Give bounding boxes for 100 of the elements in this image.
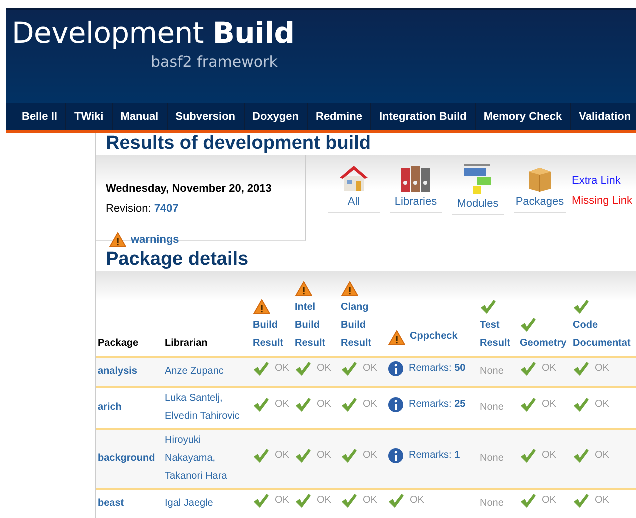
nav-link[interactable]: Manual [112, 103, 168, 130]
check-icon [341, 448, 358, 464]
warning-icon [388, 330, 406, 346]
remarks-link[interactable]: Remarks: 50 [409, 360, 466, 378]
warning-icon [253, 299, 271, 315]
check-icon [520, 317, 537, 333]
status-text: OK [363, 362, 378, 376]
check-icon [573, 299, 590, 315]
house-icon [339, 163, 369, 193]
nav-link[interactable]: Validation [571, 103, 636, 130]
warning-icon [109, 232, 127, 248]
revision-link[interactable]: 7407 [154, 203, 179, 215]
status-text: OK [317, 449, 332, 463]
remarks-link[interactable]: Remarks: 25 [409, 396, 466, 414]
check-icon [573, 448, 590, 464]
check-icon [341, 361, 358, 377]
check-icon [520, 448, 537, 464]
status-text: OK [595, 362, 610, 376]
status-text: OK [363, 398, 378, 412]
remarks-link[interactable]: Remarks: 1 [409, 447, 460, 465]
status-text: OK [317, 494, 332, 508]
column-header: Geometry [520, 337, 567, 351]
status-text: OK [542, 449, 556, 463]
info-icon [388, 397, 404, 413]
status-text: None [480, 498, 504, 509]
status-text: None [480, 366, 504, 377]
column-header: Code Documentat [573, 319, 632, 351]
status-text: OK [410, 494, 424, 508]
check-icon [253, 448, 270, 464]
check-icon [520, 361, 537, 377]
check-icon [520, 397, 537, 413]
status-text: OK [363, 449, 378, 463]
check-icon [341, 493, 358, 509]
status-text: OK [542, 494, 556, 508]
check-icon [295, 448, 312, 464]
column-header: Librarian [165, 337, 208, 351]
warning-icon [295, 281, 313, 297]
nav-link[interactable]: Integration Build [371, 103, 476, 130]
librarian-name: Luka Santelj, Elvedin Tahirovic [165, 392, 241, 424]
package-link[interactable]: background [98, 453, 156, 464]
status-text: OK [275, 494, 290, 508]
warnings-link[interactable]: warnings [131, 234, 180, 246]
view-tab[interactable]: All [328, 163, 380, 213]
status-text: OK [275, 362, 290, 376]
status-text: OK [542, 362, 556, 376]
status-text: OK [595, 449, 610, 463]
check-icon [388, 493, 405, 509]
check-icon [573, 397, 590, 413]
status-text: None [480, 453, 504, 464]
librarian-name: Anze Zupanc [165, 365, 225, 379]
status-text: OK [595, 398, 610, 412]
warning-icon [341, 281, 359, 297]
check-icon [253, 493, 270, 509]
status-text: OK [542, 398, 556, 412]
status-text: OK [595, 494, 610, 508]
nav-link[interactable]: TWiki [66, 103, 113, 130]
check-icon [295, 361, 312, 377]
site-title: Development Build [12, 16, 296, 50]
check-icon [253, 397, 270, 413]
info-icon [388, 448, 404, 464]
column-header: Intel Build Result [295, 301, 327, 351]
status-text: OK [275, 449, 290, 463]
package-link[interactable]: analysis [98, 366, 138, 377]
status-text: None [480, 402, 504, 413]
revision-label: Revision: [106, 203, 152, 215]
check-icon [295, 493, 312, 509]
page-heading: Results of development build [106, 133, 372, 155]
column-header: Clang Build Result [341, 301, 373, 351]
view-tab[interactable]: Modules [452, 163, 504, 215]
status-text: OK [363, 494, 378, 508]
check-icon [253, 361, 270, 377]
nav-link[interactable]: Memory Check [476, 103, 572, 130]
package-link[interactable]: beast [98, 498, 124, 509]
check-icon [520, 493, 537, 509]
column-header: Package [98, 337, 139, 351]
nav-link[interactable]: Doxygen [244, 103, 308, 130]
column-header: Cppcheck [410, 330, 458, 344]
section-heading: Package details [106, 249, 250, 271]
nav-link[interactable]: Redmine [308, 103, 372, 130]
check-icon [573, 361, 590, 377]
link[interactable]: Missing Link [572, 195, 633, 207]
check-icon [341, 397, 358, 413]
binders-icon [400, 163, 432, 193]
check-icon [480, 299, 497, 315]
site-subtitle: basf2 framework [151, 53, 279, 71]
column-header: Test Result [480, 319, 512, 351]
nav-link[interactable]: Subversion [168, 103, 245, 130]
link[interactable]: Extra Link [572, 175, 633, 187]
info-icon [388, 361, 404, 377]
column-header: Build Result [253, 319, 285, 351]
status-text: OK [317, 362, 332, 376]
view-tab[interactable]: Packages [514, 163, 566, 213]
status-text: OK [317, 398, 332, 412]
package-link[interactable]: arich [98, 402, 122, 413]
librarian-name: Igal Jaegle [165, 497, 214, 511]
check-icon [295, 397, 312, 413]
status-text: OK [275, 398, 290, 412]
build-date: Wednesday, November 20, 2013 [106, 183, 273, 195]
nav-link[interactable]: Belle II [14, 103, 66, 130]
view-tab[interactable]: Libraries [390, 163, 442, 213]
